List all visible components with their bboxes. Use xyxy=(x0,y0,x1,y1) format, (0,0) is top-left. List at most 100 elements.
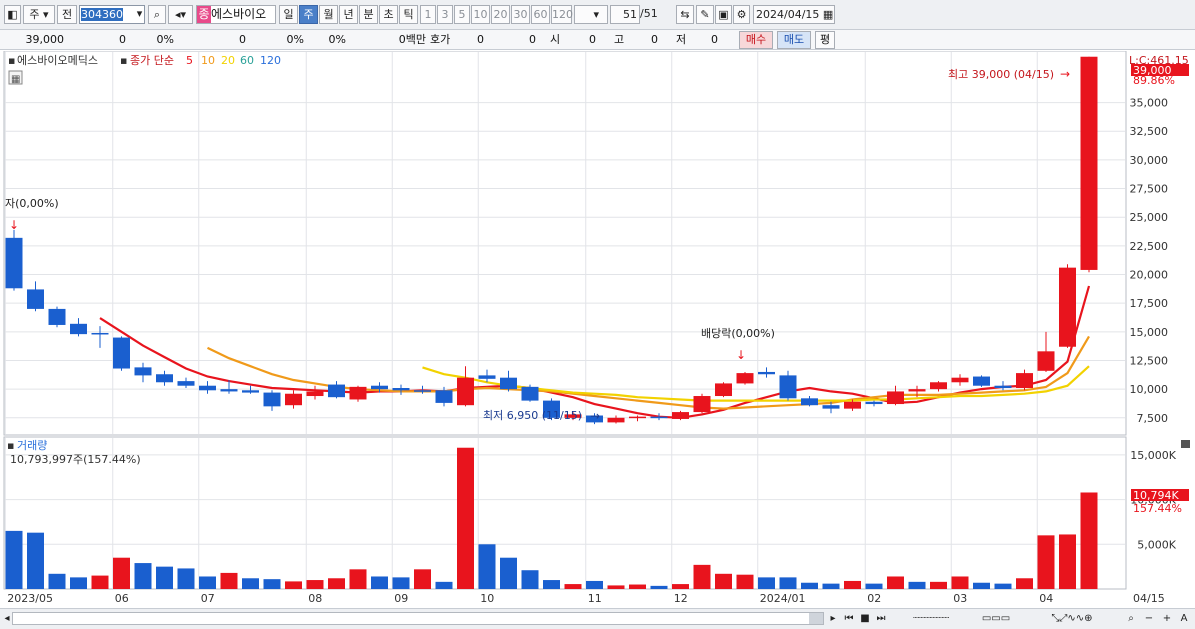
change-rate: 0% xyxy=(156,33,174,46)
font-size-icon[interactable]: A xyxy=(1177,611,1191,626)
chart-scrollbar[interactable]: ◂ ▸ ⏮ ■ ⏭ ┈┈┈┈┈┈ ▭▭▭ ⤡⤢∿∿⊕ ⌕ − + A xyxy=(0,608,1195,629)
candle-body xyxy=(1016,373,1033,389)
interval-5[interactable]: 5 xyxy=(454,5,470,24)
interval-1[interactable]: 1 xyxy=(420,5,436,24)
price-tick-label: 25,000 xyxy=(1130,211,1169,224)
sync-icon[interactable]: ⇆ xyxy=(676,5,694,24)
open-value: 0 xyxy=(589,33,596,46)
candle-body xyxy=(328,384,345,398)
scroll-thumb[interactable] xyxy=(809,613,823,624)
quote-infobar: 39,000 0 0% 0 0% 0% 0백만 호가 0 0 시 0 고 0 저… xyxy=(0,30,1195,50)
zoom-out-icon[interactable]: − xyxy=(1142,611,1156,626)
interval-dropdown[interactable]: ▾ xyxy=(574,5,608,24)
candle-body xyxy=(414,390,431,392)
ma-10-label: 10 xyxy=(201,54,215,67)
period-minute[interactable]: 분 xyxy=(359,5,378,24)
candle-body xyxy=(371,385,388,390)
stock-name-field[interactable]: 종에스바이오 xyxy=(196,5,276,24)
interval-30[interactable]: 30 xyxy=(511,5,530,24)
period-day[interactable]: 일 xyxy=(279,5,298,24)
volume-bar xyxy=(607,585,625,589)
zoom-icon[interactable]: ⌕ xyxy=(1124,611,1138,626)
gear-icon[interactable]: ⚙ xyxy=(733,5,750,24)
volume-bar xyxy=(5,530,23,589)
market-select[interactable]: 주 ▾ xyxy=(23,5,55,24)
dividend-annotation: 배당락(0,00%) xyxy=(701,327,775,340)
prev-button[interactable]: 전 xyxy=(57,5,77,24)
stock-label: 에스바이오메딕스 xyxy=(17,54,98,67)
scroll-last-icon[interactable]: ⏭ xyxy=(874,611,888,626)
interval-10[interactable]: 10 xyxy=(471,5,490,24)
scroll-track[interactable] xyxy=(12,612,824,625)
candle-body xyxy=(1059,267,1076,347)
volume-bar xyxy=(650,585,668,589)
volume-bar xyxy=(715,573,732,589)
layout-icons[interactable]: ▭▭▭ xyxy=(972,611,1020,626)
volume-bar xyxy=(478,544,496,589)
interval-3[interactable]: 3 xyxy=(437,5,453,24)
volume-bar xyxy=(91,575,109,589)
period-year[interactable]: 년 xyxy=(339,5,358,24)
panel-bullet-icon: ▪ xyxy=(8,54,15,67)
speaker-icon[interactable]: ◂▾ xyxy=(168,5,193,24)
volume-tick-label: 5,000K xyxy=(1137,538,1176,551)
volume-bar xyxy=(285,581,302,589)
candle-body xyxy=(908,389,926,392)
period-tick[interactable]: 틱 xyxy=(399,5,418,24)
candle-body xyxy=(607,417,625,423)
candle-body xyxy=(887,391,904,405)
low-label: 저 xyxy=(676,33,687,46)
interval-60[interactable]: 60 xyxy=(531,5,550,24)
low-annotation: 최저 6,950 (11/15) xyxy=(483,409,582,422)
period-month[interactable]: 월 xyxy=(319,5,338,24)
table-grid-icon[interactable]: ▦ xyxy=(11,74,20,85)
buy-button[interactable]: 매수 xyxy=(739,31,773,49)
interval-120[interactable]: 120 xyxy=(551,5,573,24)
calendar-icon[interactable]: ▦ xyxy=(823,8,833,21)
period-week[interactable]: 주 xyxy=(299,5,318,24)
volume-bar xyxy=(349,569,367,589)
price-tick-label: 22,500 xyxy=(1130,240,1169,253)
zoom-slider[interactable]: ┈┈┈┈┈┈ xyxy=(896,611,966,626)
market-label: 주 xyxy=(29,8,40,21)
volume-bar xyxy=(693,564,711,589)
volume-bar xyxy=(48,573,66,589)
x-axis-label: 03 xyxy=(953,592,967,605)
volume-bar xyxy=(177,568,195,589)
search-icon[interactable]: ⌕ xyxy=(148,5,166,24)
candle-body xyxy=(91,332,109,335)
volume-bar xyxy=(844,580,861,589)
scroll-first-icon[interactable]: ⏮ xyxy=(842,611,856,626)
candle-body xyxy=(113,337,130,369)
scroll-right-icon[interactable]: ▸ xyxy=(826,611,840,626)
candle-body xyxy=(865,401,883,405)
candle-body xyxy=(435,390,453,403)
period-second[interactable]: 초 xyxy=(379,5,398,24)
drawing-tools-icons[interactable]: ⤡⤢∿∿⊕ xyxy=(1022,611,1122,626)
sell-button[interactable]: 매도 xyxy=(777,31,811,49)
ma-60-label: 60 xyxy=(240,54,254,67)
code-dropdown-icon[interactable]: ▾ xyxy=(133,5,146,24)
draw-icon[interactable]: ✎ xyxy=(696,5,714,24)
trade-amount: 0백만 xyxy=(398,33,426,46)
eval-button[interactable]: 평 xyxy=(815,31,835,49)
date-input[interactable]: 2024/04/15 ▦ xyxy=(753,5,835,24)
price-tick-label: 20,000 xyxy=(1130,269,1169,282)
save-icon[interactable]: ▣ xyxy=(715,5,732,24)
zoom-in-icon[interactable]: + xyxy=(1160,611,1174,626)
count-input[interactable]: 51 xyxy=(610,5,640,24)
stop-icon[interactable]: ■ xyxy=(858,611,872,626)
candle-body xyxy=(521,386,539,401)
chart-area[interactable]: 7,500 10,000 12,500 15,000 17,500 20,000 22,50… xyxy=(0,50,1195,607)
volume-bar xyxy=(457,447,474,589)
interval-20[interactable]: 20 xyxy=(491,5,510,24)
volume-bar xyxy=(1080,492,1098,589)
chart-settings-icon[interactable]: ◧ xyxy=(4,5,21,24)
volume-bar xyxy=(392,577,410,589)
volume-panel-close-icon[interactable] xyxy=(1181,440,1190,448)
x-axis-label: 10 xyxy=(480,592,494,605)
volume-bar xyxy=(1059,534,1076,589)
price-tick-label: 32,500 xyxy=(1130,125,1169,138)
stock-chart[interactable]: 7,500 10,000 12,500 15,000 17,500 20,000 22,50… xyxy=(0,50,1195,607)
volume-bar xyxy=(736,574,754,589)
